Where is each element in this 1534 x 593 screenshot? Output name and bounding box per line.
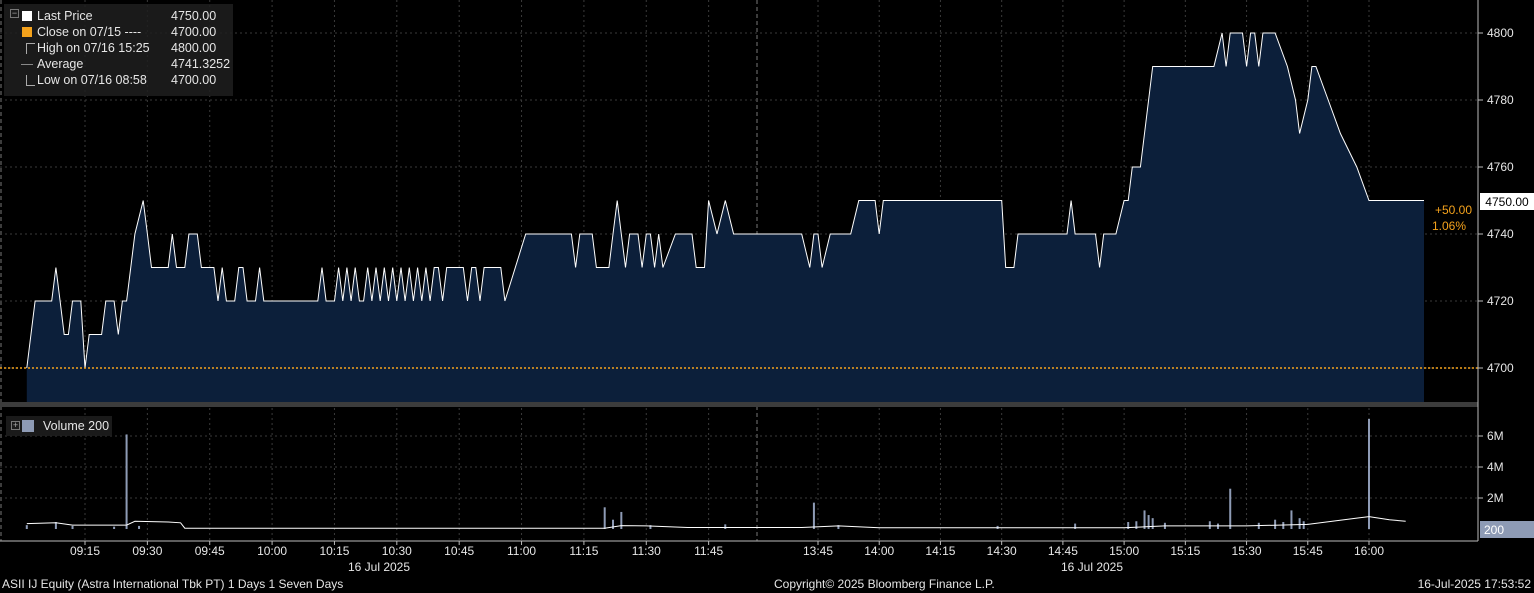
- volume-bar: [1151, 518, 1154, 529]
- legend-label: Low on 07/16 08:58: [37, 73, 147, 87]
- square-icon: [22, 420, 34, 432]
- volume-legend-label: Volume 200: [43, 419, 110, 433]
- copyright: Copyright© 2025 Bloomberg Finance L.P.: [774, 577, 995, 591]
- x-tick-label: 10:45: [444, 544, 474, 558]
- x-tick-label: 10:30: [382, 544, 412, 558]
- volume-bar: [113, 526, 116, 529]
- volume-bar: [138, 525, 141, 529]
- x-tick-label: 15:15: [1170, 544, 1200, 558]
- y-tick-label: 4740: [1487, 227, 1514, 241]
- volume-bar: [612, 519, 615, 529]
- legend-value: 4741.3252: [171, 57, 231, 71]
- collapse-icon[interactable]: −: [10, 9, 19, 18]
- timestamp: 16-Jul-2025 17:53:52: [1417, 577, 1531, 591]
- x-tick-label: 14:15: [925, 544, 955, 558]
- y-tick-label: 4760: [1487, 160, 1514, 174]
- legend-value: 4700.00: [171, 73, 217, 87]
- x-tick-label: 14:30: [987, 544, 1017, 558]
- collapse-icon[interactable]: +: [11, 421, 20, 430]
- x-tick-label: 09:30: [132, 544, 162, 558]
- x-tick-label: 14:00: [864, 544, 894, 558]
- legend-low[interactable]: Low on 07/16 08:58 4700.00: [4, 72, 233, 88]
- volume-tag: 200: [1484, 523, 1504, 537]
- volume-bar: [1298, 518, 1301, 529]
- y-tick-label: 4800: [1487, 26, 1514, 40]
- y-tick-label: 4720: [1487, 294, 1514, 308]
- volume-bar: [1208, 521, 1211, 529]
- y-tick-label: 6M: [1487, 429, 1504, 443]
- legend-high[interactable]: High on 07/16 15:25 4800.00: [4, 40, 233, 56]
- price-legend: − Last Price 4750.00 Close on 07/15 ----…: [4, 4, 233, 96]
- volume-bar: [812, 502, 815, 529]
- volume-bar: [25, 525, 28, 529]
- volume-bar: [1302, 521, 1305, 529]
- x-tick-label: 13:45: [803, 544, 833, 558]
- volume-bar: [1274, 519, 1277, 529]
- x-tick-label: 15:00: [1109, 544, 1139, 558]
- volume-bar: [620, 511, 623, 529]
- volume-bar: [1143, 510, 1146, 529]
- x-tick-label: 10:00: [257, 544, 287, 558]
- square-icon: [22, 11, 32, 21]
- x-tick-label: 10:15: [319, 544, 349, 558]
- x-tick-label: 15:30: [1232, 544, 1262, 558]
- volume-bar: [125, 434, 128, 529]
- volume-bar: [1368, 418, 1370, 529]
- y-tick-label: 4M: [1487, 460, 1504, 474]
- legend-label: Close on 07/15 ----: [37, 25, 142, 39]
- square-icon: [22, 27, 32, 37]
- average-line-icon: [21, 64, 33, 65]
- volume-bar: [1135, 521, 1138, 529]
- x-tick-label: 11:15: [569, 544, 598, 558]
- x-tick-label: 11:45: [694, 544, 723, 558]
- legend-average[interactable]: Average 4741.3252: [4, 56, 233, 72]
- last-price-tag: 4750.00: [1485, 195, 1529, 209]
- legend-value: 4700.00: [171, 25, 217, 39]
- volume-bar: [1229, 488, 1232, 529]
- legend-label: Average: [37, 57, 84, 71]
- change-pct: 1.06%: [1432, 219, 1466, 233]
- low-tick-icon: [26, 75, 35, 86]
- volume-bar: [1290, 510, 1293, 529]
- legend-value: 4750.00: [171, 9, 217, 23]
- x-tick-label: 16:00: [1354, 544, 1384, 558]
- security-description: ASII IJ Equity (Astra International Tbk …: [2, 577, 344, 591]
- volume-bar: [724, 524, 727, 529]
- y-tick-label: 2M: [1487, 491, 1504, 505]
- pane-separator: [0, 402, 1478, 407]
- y-tick-label: 4700: [1487, 361, 1514, 375]
- legend-close[interactable]: Close on 07/15 ---- 4700.00: [4, 24, 233, 40]
- legend-last-price[interactable]: − Last Price 4750.00: [4, 8, 233, 24]
- legend-value: 4800.00: [171, 41, 217, 55]
- high-tick-icon: [26, 43, 35, 54]
- legend-label: High on 07/16 15:25: [37, 41, 150, 55]
- legend-label: Last Price: [37, 9, 93, 23]
- x-axis-date-label-2: 16 Jul 2025: [1061, 560, 1123, 574]
- x-tick-label: 09:45: [195, 544, 225, 558]
- volume-legend[interactable]: + Volume 200: [6, 416, 112, 436]
- x-tick-label: 11:30: [632, 544, 661, 558]
- x-tick-label: 14:45: [1048, 544, 1078, 558]
- volume-bar: [71, 525, 74, 529]
- x-tick-label: 15:45: [1293, 544, 1323, 558]
- y-tick-label: 4780: [1487, 93, 1514, 107]
- x-axis-date-label-1: 16 Jul 2025: [348, 560, 410, 574]
- volume-bar: [603, 507, 606, 529]
- change-value: +50.00: [1435, 203, 1472, 217]
- x-tick-label: 09:15: [70, 544, 100, 558]
- x-tick-label: 11:00: [507, 544, 536, 558]
